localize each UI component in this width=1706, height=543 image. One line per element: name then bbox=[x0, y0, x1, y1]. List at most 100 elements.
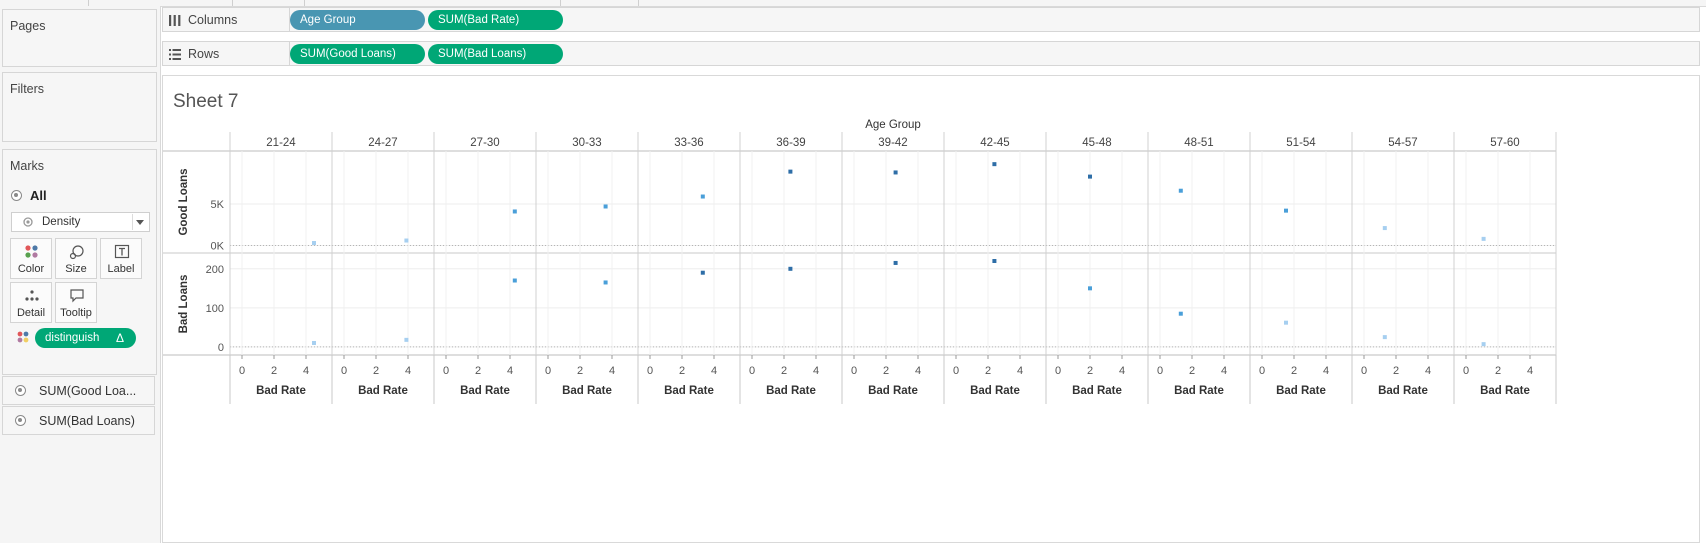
pages-card[interactable]: Pages bbox=[2, 9, 157, 67]
good-loans-point bbox=[404, 238, 409, 243]
color-icon bbox=[25, 245, 38, 258]
pane-header: 27-30 bbox=[470, 137, 499, 149]
x-tick-label: 2 bbox=[475, 365, 481, 377]
bad-loans-point bbox=[1088, 286, 1092, 291]
bad-loans-pill-label: SUM(Bad Loans) bbox=[438, 48, 527, 60]
x-tick-label: 2 bbox=[577, 365, 583, 377]
radio-icon bbox=[11, 190, 22, 201]
y-tick-label: 100 bbox=[206, 303, 224, 315]
x-tick-label: 2 bbox=[373, 365, 379, 377]
x-tick-label: 4 bbox=[1017, 365, 1023, 377]
top-strip bbox=[0, 0, 1706, 7]
label-button-label: Label bbox=[107, 263, 135, 275]
color-field-pill[interactable]: distinguish Δ bbox=[35, 328, 136, 348]
age-group-pill-label: Age Group bbox=[300, 14, 356, 26]
x-axis-title: Bad Rate bbox=[256, 385, 306, 397]
x-axis-title: Bad Rate bbox=[1378, 385, 1428, 397]
marks-all-tab[interactable]: All bbox=[11, 188, 47, 203]
tooltip-button-label: Tooltip bbox=[60, 307, 92, 319]
bad-loans-point bbox=[404, 337, 409, 342]
bad-loans-point bbox=[788, 266, 793, 271]
tooltip-icon bbox=[70, 289, 84, 303]
color-button-label: Color bbox=[17, 263, 45, 275]
left-panel: Pages Filters Marks All Density Color Si… bbox=[0, 6, 161, 543]
x-tick-label: 0 bbox=[443, 365, 449, 377]
bad-loans-point bbox=[603, 280, 608, 285]
x-axis-title: Bad Rate bbox=[562, 385, 612, 397]
x-tick-label: 2 bbox=[679, 365, 685, 377]
size-button[interactable]: Size bbox=[55, 238, 97, 279]
good-loans-point bbox=[1481, 236, 1486, 241]
bad-loans-point bbox=[1284, 320, 1288, 325]
good-loans-point bbox=[788, 169, 793, 174]
bad-loans-point bbox=[1178, 311, 1183, 316]
mark-type-dropdown[interactable]: Density bbox=[11, 212, 150, 232]
x-axis-title: Bad Rate bbox=[358, 385, 408, 397]
scatter-chart[interactable]: Age Group0K5KGood Loans0100200Bad Loans0… bbox=[163, 76, 1699, 542]
good-loans-point bbox=[700, 194, 705, 199]
color-button[interactable]: Color bbox=[10, 238, 52, 279]
x-tick-label: 0 bbox=[545, 365, 551, 377]
x-tick-label: 0 bbox=[749, 365, 755, 377]
x-axis-title: Bad Rate bbox=[1174, 385, 1224, 397]
bad-rate-pill-label: SUM(Bad Rate) bbox=[438, 14, 520, 26]
x-tick-label: 4 bbox=[507, 365, 513, 377]
filters-card[interactable]: Filters bbox=[2, 72, 157, 142]
y-tick-label: 0K bbox=[211, 241, 225, 253]
tooltip-button[interactable]: Tooltip bbox=[55, 282, 97, 323]
age-group-pill[interactable]: Age Group bbox=[290, 10, 425, 30]
x-tick-label: 4 bbox=[1425, 365, 1431, 377]
pages-card-title: Pages bbox=[10, 19, 46, 33]
bad-rate-pill[interactable]: SUM(Bad Rate) bbox=[428, 10, 563, 30]
y-tick-label: 200 bbox=[206, 264, 224, 276]
x-tick-label: 2 bbox=[781, 365, 787, 377]
x-tick-label: 2 bbox=[1189, 365, 1195, 377]
rows-shelf[interactable]: Rows SUM(Good Loans) SUM(Bad Loans) bbox=[162, 41, 1700, 66]
marks-card-title: Marks bbox=[10, 159, 45, 173]
y-tick-label: 0 bbox=[218, 342, 224, 354]
density-icon bbox=[23, 217, 33, 227]
measure-tab-good-loans[interactable]: SUM(Good Loa... bbox=[2, 376, 155, 405]
bad-loans-point bbox=[312, 340, 316, 345]
measure-tab-bad-loans[interactable]: SUM(Bad Loans) bbox=[2, 406, 155, 435]
good-loans-point bbox=[512, 209, 517, 214]
x-axis-title: Bad Rate bbox=[1072, 385, 1122, 397]
detail-button[interactable]: Detail bbox=[10, 282, 52, 323]
worksheet-view[interactable]: Sheet 7 Age Group 0K 5K Good Loans 0 100 200 Ba… bbox=[162, 75, 1700, 543]
good-loans-point bbox=[1088, 174, 1092, 179]
label-button[interactable]: Label bbox=[100, 238, 142, 279]
good-loans-point bbox=[1284, 208, 1288, 213]
good-loans-point bbox=[1382, 226, 1387, 231]
x-axis-title: Bad Rate bbox=[868, 385, 918, 397]
marks-card: Marks All Density Color Size Label Detai… bbox=[2, 149, 157, 375]
x-tick-label: 0 bbox=[1361, 365, 1367, 377]
columns-icon bbox=[169, 15, 181, 26]
detail-button-label: Detail bbox=[16, 307, 46, 319]
column-header-title: Age Group bbox=[865, 119, 921, 131]
mark-type-label: Density bbox=[42, 216, 81, 228]
x-tick-label: 0 bbox=[851, 365, 857, 377]
y-axis-title: Good Loans bbox=[178, 168, 190, 235]
columns-shelf[interactable]: Columns Age Group SUM(Bad Rate) bbox=[162, 7, 1700, 32]
chevron-down-icon bbox=[132, 214, 147, 230]
pane-header: 24-27 bbox=[368, 137, 397, 149]
x-tick-label: 2 bbox=[1393, 365, 1399, 377]
color-encoding-icon bbox=[17, 331, 29, 343]
measure-tab-label: SUM(Bad Loans) bbox=[39, 414, 135, 428]
detail-icon bbox=[25, 290, 39, 301]
x-tick-label: 4 bbox=[813, 365, 819, 377]
columns-shelf-label: Columns bbox=[188, 13, 238, 27]
x-axis-title: Bad Rate bbox=[970, 385, 1020, 397]
radio-icon bbox=[15, 385, 26, 396]
good-loans-pill[interactable]: SUM(Good Loans) bbox=[290, 44, 425, 64]
pane-header: 36-39 bbox=[776, 137, 805, 149]
x-tick-label: 4 bbox=[915, 365, 921, 377]
bad-loans-point bbox=[992, 259, 997, 263]
y-axis-title: Bad Loans bbox=[178, 275, 190, 334]
x-tick-label: 0 bbox=[1259, 365, 1265, 377]
bad-loans-pill[interactable]: SUM(Bad Loans) bbox=[428, 44, 563, 64]
pane-header: 39-42 bbox=[878, 137, 907, 149]
y-tick-label: 5K bbox=[211, 199, 225, 211]
x-tick-label: 4 bbox=[405, 365, 411, 377]
pane-header: 48-51 bbox=[1184, 137, 1213, 149]
